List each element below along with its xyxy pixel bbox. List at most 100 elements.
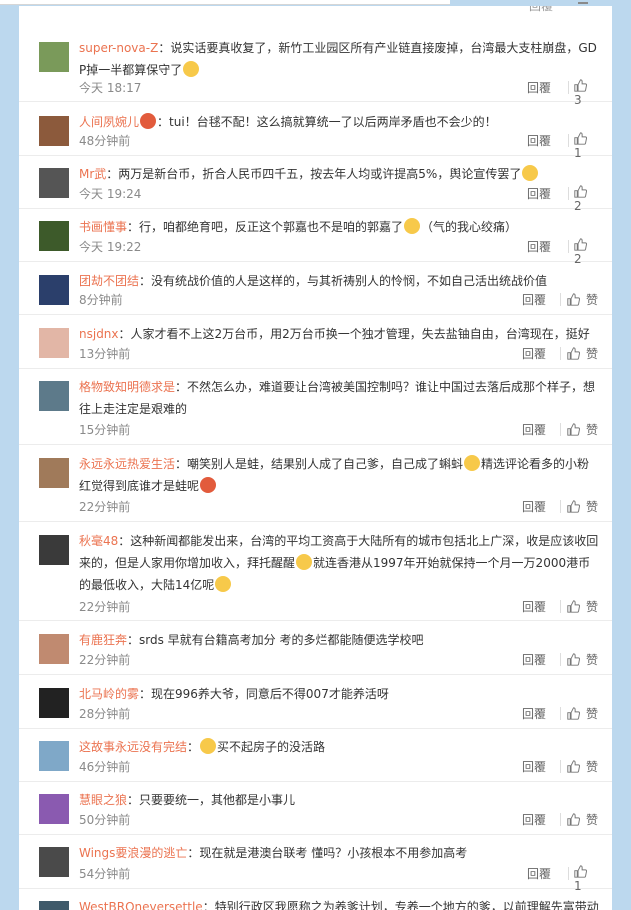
comment-body: ：现在就是港澳台联考 懂吗？小孩根本不用参加高考 <box>187 846 468 860</box>
username-link[interactable]: 团劫不团结 <box>79 274 139 288</box>
comment-meta: 50分钟前 回覆 赞 <box>79 811 599 829</box>
cry-emoji-icon <box>200 738 217 754</box>
avatar[interactable] <box>39 328 69 358</box>
username-link[interactable]: 北马岭的雾 <box>79 687 139 701</box>
reply-button[interactable]: 回覆 <box>522 758 546 775</box>
username-link[interactable]: 慧眼之狼 <box>79 793 127 807</box>
comment-text: WestBROneversettle：特别行政区我愿称之为养爹计划，专养一个地方… <box>79 896 599 910</box>
username-link[interactable]: nsjdnx <box>79 327 119 341</box>
avatar[interactable] <box>39 116 69 146</box>
timestamp: 22分钟前 <box>79 500 131 514</box>
username-link[interactable]: 永远永远热爱生活 <box>79 457 175 471</box>
divider <box>560 423 561 436</box>
reply-button[interactable]: 回覆 <box>522 421 546 438</box>
username-link[interactable]: 秋毫48 <box>79 534 118 548</box>
comment-item: 北马岭的雾：现在996养大爷，同意后不得007才能养活呀 28分钟前 回覆 赞 <box>19 676 612 729</box>
reply-button[interactable]: 回覆 <box>522 291 546 308</box>
like-button[interactable]: 赞 <box>567 498 598 515</box>
like-button[interactable]: 3 <box>574 79 599 107</box>
like-button[interactable]: 赞 <box>567 811 598 828</box>
like-button[interactable]: 赞 <box>567 291 598 308</box>
comment-meta: 22分钟前 回覆 赞 <box>79 498 599 516</box>
username-link[interactable]: 人间夙婉儿 <box>79 115 139 129</box>
like-button[interactable]: 赞 <box>567 345 598 362</box>
avatar[interactable] <box>39 221 69 251</box>
avatar[interactable] <box>39 275 69 305</box>
avatar[interactable] <box>39 634 69 664</box>
comment-text: super-nova-Z：说实话要真收复了，新竹工业园区所有产业链直接废掉，台湾… <box>79 37 599 81</box>
username-link[interactable]: 这故事永远没有完结 <box>79 740 187 754</box>
timestamp: 今天 18:17 <box>79 81 142 95</box>
reply-button[interactable]: 回覆 <box>522 705 546 722</box>
comment-body-continued: 买不起房子的没活路 <box>217 740 326 754</box>
comment-meta: 22分钟前 回覆 赞 <box>79 651 599 669</box>
thumbs-up-icon <box>567 293 580 306</box>
menu-icon[interactable] <box>578 0 588 4</box>
avatar[interactable] <box>39 847 69 877</box>
thumbs-up-icon <box>574 185 587 198</box>
reply-button[interactable]: 回覆 <box>529 6 553 14</box>
avatar[interactable] <box>39 381 69 411</box>
reply-button[interactable]: 回覆 <box>522 598 546 615</box>
reply-button[interactable]: 回覆 <box>522 498 546 515</box>
like-count: 赞 <box>586 293 599 307</box>
avatar[interactable] <box>39 535 69 565</box>
reply-button[interactable]: 回覆 <box>527 238 551 255</box>
frog-emoji-icon <box>200 477 217 493</box>
comment-item: Mr武：两万是新台币，折合人民币四千五，按去年人均或许提高5%，舆论宣传罢了 今天… <box>19 156 612 213</box>
thumbs-up-icon <box>567 813 580 826</box>
sad-emoji-icon <box>522 165 539 181</box>
thumbs-up-icon <box>567 347 580 360</box>
reply-button[interactable]: 回覆 <box>522 811 546 828</box>
reply-button[interactable]: 回覆 <box>527 865 551 882</box>
avatar[interactable] <box>39 794 69 824</box>
like-button[interactable]: 赞 <box>567 421 598 438</box>
reply-button[interactable]: 回覆 <box>522 345 546 362</box>
reply-button[interactable]: 回覆 <box>527 79 551 96</box>
like-button[interactable]: 2 <box>574 238 599 266</box>
like-count: 赞 <box>586 653 599 667</box>
username-link[interactable]: Mr武 <box>79 167 106 181</box>
comment-text: Wings要浪漫的逃亡：现在就是港澳台联考 懂吗？小孩根本不用参加高考 <box>79 842 599 864</box>
thumbs-up-icon <box>574 865 587 878</box>
comment-item: nsjdnx：人家才看不上这2万台币，用2万台币换一个独才管理，失去盐铀自由，台… <box>19 316 612 369</box>
comment-text: 秋毫48：这种新闻都能发出来，台湾的平均工资高于大陆所有的城市包括北上广深，收是… <box>79 530 599 596</box>
thumbs-up-icon <box>574 79 587 92</box>
username-link[interactable]: 有鹿狂奔 <box>79 633 127 647</box>
comment-text: Mr武：两万是新台币，折合人民币四千五，按去年人均或许提高5%，舆论宣传罢了 <box>79 163 599 185</box>
avatar[interactable] <box>39 168 69 198</box>
search-bar[interactable] <box>0 0 450 5</box>
timestamp: 54分钟前 <box>79 867 131 881</box>
comment-meta: 今天 18:17 回覆 3 <box>79 79 599 107</box>
like-button[interactable]: 赞 <box>567 651 598 668</box>
comment-list: 回覆 super-nova-Z：说实话要真收复了，新竹工业园区所有产业链直接废掉… <box>19 6 612 910</box>
timestamp: 15分钟前 <box>79 423 131 437</box>
username-link[interactable]: 书画懂事 <box>79 220 127 234</box>
comment-text: 慧眼之狼：只要要统一，其他都是小事儿 <box>79 789 599 811</box>
divider <box>568 134 569 147</box>
like-button[interactable]: 赞 <box>567 758 598 775</box>
avatar[interactable] <box>39 688 69 718</box>
reply-button[interactable]: 回覆 <box>527 132 551 149</box>
divider <box>568 81 569 94</box>
avatar[interactable] <box>39 458 69 488</box>
comment-meta: 今天 19:24 回覆 2 <box>79 185 599 213</box>
reply-button[interactable]: 回覆 <box>527 185 551 202</box>
comment-item: 团劫不团结：没有统战价值的人是这样的，与其祈祷别人的怜悯，不如自己活出统战价值 8… <box>19 263 612 315</box>
username-link[interactable]: WestBROneversettle <box>79 900 203 910</box>
username-link[interactable]: Wings要浪漫的逃亡 <box>79 846 187 860</box>
avatar[interactable] <box>39 741 69 771</box>
timestamp: 今天 19:22 <box>79 240 142 254</box>
comment-item: 格物致知明德求是：不然怎么办，难道要让台湾被美国控制吗？谁让中国过去落后成那个样… <box>19 369 612 445</box>
username-link[interactable]: 格物致知明德求是 <box>79 380 175 394</box>
username-link[interactable]: super-nova-Z <box>79 41 158 55</box>
thumbs-up-icon <box>567 653 580 666</box>
like-button[interactable]: 赞 <box>567 598 598 615</box>
avatar[interactable] <box>39 901 69 910</box>
comment-text: 有鹿狂奔：srds 早就有台籍高考加分 考的多烂都能随便选学校吧 <box>79 629 599 651</box>
avatar[interactable] <box>39 42 69 72</box>
like-button[interactable]: 赞 <box>567 705 598 722</box>
comment-item: WestBROneversettle：特别行政区我愿称之为养爹计划，专养一个地方… <box>19 889 612 910</box>
reply-button[interactable]: 回覆 <box>522 651 546 668</box>
comment-item: 人间夙婉儿 ：tui！台毬不配！这么搞就算统一了以后两岸矛盾也不会少的！ 48分钟前… <box>19 104 612 160</box>
